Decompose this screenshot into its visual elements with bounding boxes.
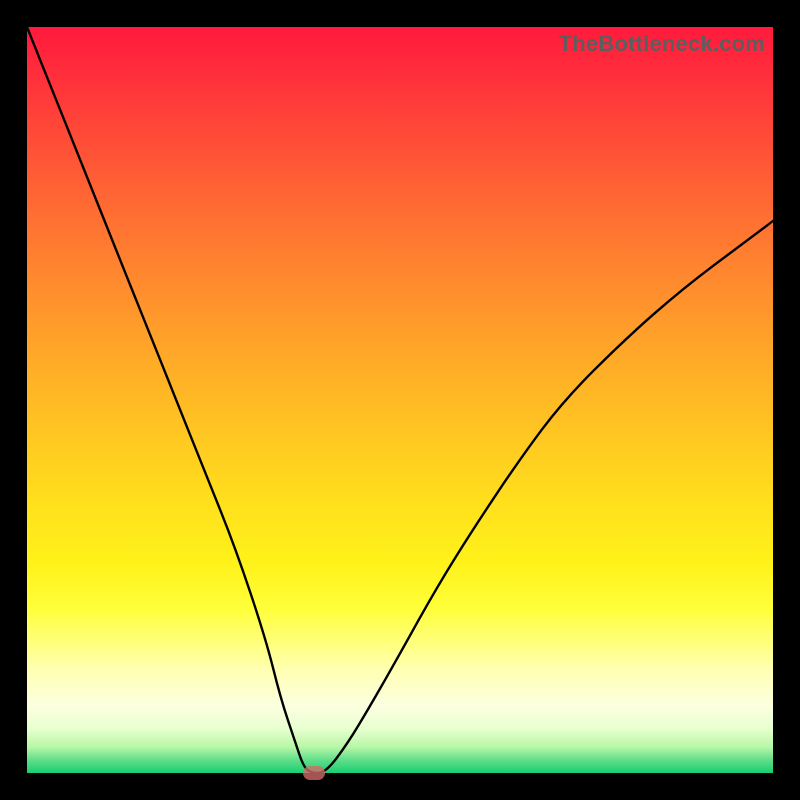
chart-frame: TheBottleneck.com — [0, 0, 800, 800]
bottleneck-curve — [27, 27, 773, 773]
minimum-marker — [303, 766, 325, 780]
plot-area: TheBottleneck.com — [27, 27, 773, 773]
